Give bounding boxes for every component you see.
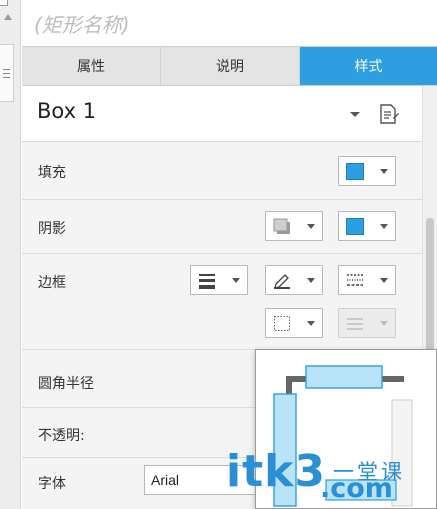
left-edge-handle[interactable]: [273, 393, 297, 507]
corner-radius-label: 圆角半径: [38, 376, 94, 392]
arrow-style-picker[interactable]: [338, 308, 396, 338]
shape-name-field[interactable]: (矩形名称): [22, 0, 437, 46]
gutter-corner: [0, 0, 8, 6]
style-selector[interactable]: Box 1: [22, 86, 422, 142]
left-gutter: [0, 0, 21, 509]
chevron-down-icon: [307, 278, 315, 283]
border-width-picker[interactable]: [190, 265, 248, 295]
shape-name-placeholder: (矩形名称): [34, 12, 130, 37]
style-name: Box 1: [37, 99, 97, 123]
border-color-picker[interactable]: [265, 265, 323, 295]
chevron-down-icon: [380, 278, 388, 283]
opacity-label: 不透明:: [38, 428, 85, 444]
dash-style-icon: [347, 274, 363, 286]
shadow-style-picker[interactable]: [265, 211, 323, 241]
chevron-down-icon: [232, 278, 240, 283]
tab-style[interactable]: 样式: [300, 47, 437, 85]
fill-color-picker[interactable]: [338, 156, 396, 186]
border-dash-picker[interactable]: [338, 265, 396, 295]
fill-color-swatch: [346, 163, 364, 180]
border-visibility-picker[interactable]: [265, 308, 323, 338]
shadow-color-swatch: [346, 218, 364, 235]
border-row: 边框: [22, 254, 422, 350]
shadow-color-picker[interactable]: [338, 211, 396, 241]
top-edge-handle[interactable]: [305, 365, 383, 389]
fill-label: 填充: [38, 165, 66, 181]
corner-picker-graphic: [273, 365, 413, 507]
panel-tabs: 属性 说明 样式: [22, 46, 437, 86]
shadow-row: 阴影: [22, 200, 422, 254]
gutter-grip-handle[interactable]: [0, 44, 14, 102]
shadow-label: 阴影: [38, 221, 66, 237]
corner-radius-popup[interactable]: [255, 349, 437, 509]
chevron-down-icon: [307, 321, 315, 326]
tab-notes[interactable]: 说明: [161, 47, 300, 85]
chevron-down-icon: [380, 169, 388, 174]
chevron-down-icon: [380, 321, 388, 326]
edit-style-icon[interactable]: [378, 103, 400, 125]
border-label: 边框: [38, 275, 66, 291]
border-sides-icon: [274, 316, 290, 331]
tab-properties[interactable]: 属性: [22, 47, 161, 85]
chevron-down-icon: [380, 224, 388, 229]
chevron-down-icon: [307, 224, 315, 229]
shadow-icon: [273, 218, 290, 234]
line-weight-icon: [199, 274, 215, 289]
fill-row: 填充: [22, 143, 422, 200]
font-label: 字体: [38, 476, 66, 492]
style-dropdown-chevron-down-icon[interactable]: [350, 112, 360, 117]
line-style-icon: [347, 318, 363, 330]
pen-icon: [274, 274, 290, 289]
scroll-up-arrow-icon[interactable]: [4, 14, 12, 20]
bottom-edge-handle[interactable]: [325, 479, 397, 501]
